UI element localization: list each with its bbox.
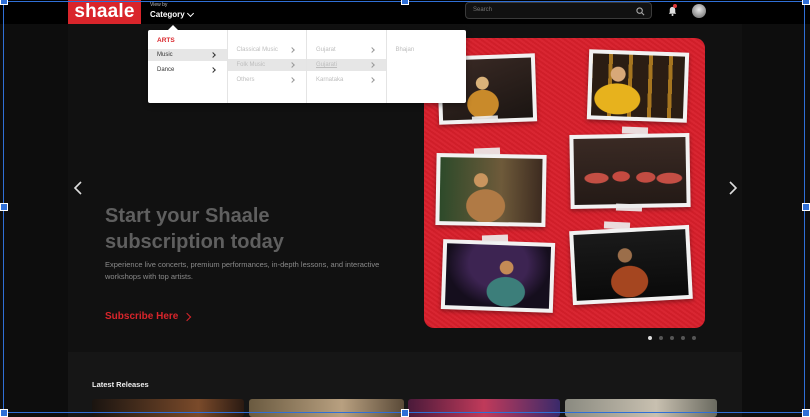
chevron-left-icon[interactable] — [72, 181, 84, 195]
collage-photo — [435, 153, 547, 227]
view-by-label: View by — [150, 2, 168, 8]
menu-column: ARTS Music Dance — [148, 30, 228, 103]
chevron-right-icon — [368, 62, 375, 68]
resize-handle[interactable] — [802, 203, 810, 211]
carousel-dot[interactable] — [692, 336, 696, 340]
carousel-dots — [648, 336, 696, 340]
menu-item-gujarati[interactable]: Gujarati — [307, 59, 386, 71]
hero-title: Start your Shaale subscription today — [105, 205, 284, 253]
chevron-right-icon — [368, 77, 375, 83]
subscribe-label: Subscribe Here — [105, 311, 179, 322]
resize-handle[interactable] — [802, 0, 810, 5]
release-thumbnail[interactable] — [408, 399, 560, 417]
chevron-right-icon — [209, 52, 216, 58]
carousel-dot[interactable] — [659, 336, 663, 340]
menu-item-music[interactable]: Music — [148, 49, 227, 61]
menu-column: Classical Music Folk Music Others — [227, 30, 307, 103]
chevron-right-icon — [289, 47, 295, 53]
menu-item-gujarat[interactable]: Gujarat — [307, 44, 386, 56]
chevron-right-icon — [289, 77, 295, 83]
release-thumbnail[interactable] — [249, 399, 404, 417]
menu-column: Bhajan — [387, 30, 467, 103]
search-box[interactable]: Search — [465, 2, 652, 19]
avatar[interactable] — [692, 4, 706, 18]
resize-handle[interactable] — [802, 409, 810, 417]
chevron-right-icon — [183, 312, 192, 321]
subscribe-button[interactable]: Subscribe Here — [105, 311, 192, 322]
resize-handle[interactable] — [401, 409, 409, 417]
release-thumbnail[interactable] — [92, 399, 244, 417]
menu-column: Gujarat Gujarati Karnataka — [307, 30, 387, 103]
chevron-right-icon — [368, 47, 375, 53]
hero-subtitle: Experience live concerts, premium perfor… — [105, 260, 380, 281]
menu-item-classical-music[interactable]: Classical Music — [228, 44, 307, 56]
category-mega-menu: ARTS Music Dance Classical Music Folk Mu… — [148, 25, 467, 103]
chevron-right-icon — [209, 67, 216, 73]
search-input[interactable]: Search — [473, 7, 492, 13]
chevron-right-icon — [289, 62, 295, 68]
menu-heading: ARTS — [157, 37, 175, 44]
shaale-logo[interactable]: shaale — [68, 0, 141, 24]
resize-handle[interactable] — [0, 203, 8, 211]
resize-handle[interactable] — [0, 409, 8, 417]
carousel-dot[interactable] — [648, 336, 652, 340]
resize-handle[interactable] — [401, 0, 409, 5]
collage-photo — [586, 49, 690, 123]
page: shaale View by Category Search Start you… — [0, 0, 810, 417]
category-label: Category — [150, 10, 185, 19]
menu-item-dance[interactable]: Dance — [148, 64, 227, 76]
chevron-down-icon — [186, 9, 194, 17]
carousel-dot[interactable] — [670, 336, 674, 340]
category-dropdown-toggle[interactable]: Category — [150, 9, 194, 19]
menu-item-others[interactable]: Others — [228, 74, 307, 86]
latest-releases-title: Latest Releases — [92, 380, 149, 389]
collage-photo — [440, 239, 556, 313]
collage-photo — [569, 132, 691, 210]
search-icon[interactable] — [636, 7, 645, 16]
menu-item-folk-music[interactable]: Folk Music — [227, 59, 306, 71]
release-thumbnail[interactable] — [565, 399, 717, 417]
menu-item-karnataka[interactable]: Karnataka — [307, 74, 386, 86]
carousel-dot[interactable] — [681, 336, 685, 340]
resize-handle[interactable] — [0, 0, 8, 5]
menu-item-bhajan[interactable]: Bhajan — [387, 44, 467, 56]
chevron-right-icon[interactable] — [727, 181, 739, 195]
hero-collage-image — [424, 38, 705, 328]
collage-photo — [569, 224, 693, 306]
notification-badge — [673, 4, 677, 8]
